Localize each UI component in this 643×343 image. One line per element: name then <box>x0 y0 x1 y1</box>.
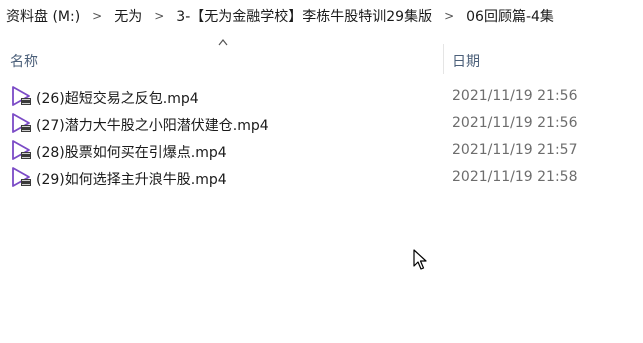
file-date: 2021/11/19 21:56 <box>452 115 578 131</box>
video-file-icon <box>12 86 31 106</box>
file-row[interactable]: (27)潜力大牛股之小阳潜伏建仓.mp4 2021/11/19 21:56 <box>0 111 643 138</box>
breadcrumb: 资料盘 (M:) > 无为 > 3-【无为金融学校】李栋牛股特训29集版 > 0… <box>0 0 643 32</box>
breadcrumb-item-course[interactable]: 3-【无为金融学校】李栋牛股特训29集版 <box>170 6 438 26</box>
column-header-name[interactable]: 名称 <box>10 51 38 71</box>
column-header-row: 名称 日期 <box>0 39 643 74</box>
file-row[interactable]: (29)如何选择主升浪牛股.mp4 2021/11/19 21:58 <box>0 165 643 192</box>
breadcrumb-item-current-folder[interactable]: 06回顾篇-4集 <box>460 6 560 26</box>
chevron-right-icon[interactable]: > <box>148 9 170 23</box>
chevron-right-icon[interactable]: > <box>438 9 460 23</box>
sort-ascending-icon <box>218 39 228 46</box>
file-name: (29)如何选择主升浪牛股.mp4 <box>36 172 227 188</box>
file-row[interactable]: (26)超短交易之反包.mp4 2021/11/19 21:56 <box>0 84 643 111</box>
breadcrumb-item-wuwei[interactable]: 无为 <box>108 6 148 26</box>
file-name: (28)股票如何买在引爆点.mp4 <box>36 145 227 161</box>
column-header-date[interactable]: 日期 <box>452 51 480 71</box>
file-date: 2021/11/19 21:57 <box>452 142 578 158</box>
file-name: (27)潜力大牛股之小阳潜伏建仓.mp4 <box>36 118 269 134</box>
mouse-cursor-icon <box>413 249 427 270</box>
video-file-icon <box>12 113 31 133</box>
file-list: (26)超短交易之反包.mp4 2021/11/19 21:56 (27)潜力大… <box>0 84 643 192</box>
file-name: (26)超短交易之反包.mp4 <box>36 91 199 107</box>
file-date: 2021/11/19 21:58 <box>452 169 578 185</box>
file-date: 2021/11/19 21:56 <box>452 88 578 104</box>
video-file-icon <box>12 167 31 187</box>
video-file-icon <box>12 140 31 160</box>
chevron-right-icon[interactable]: > <box>86 9 108 23</box>
column-divider[interactable] <box>443 44 444 74</box>
file-row[interactable]: (28)股票如何买在引爆点.mp4 2021/11/19 21:57 <box>0 138 643 165</box>
breadcrumb-item-drive[interactable]: 资料盘 (M:) <box>0 6 86 26</box>
